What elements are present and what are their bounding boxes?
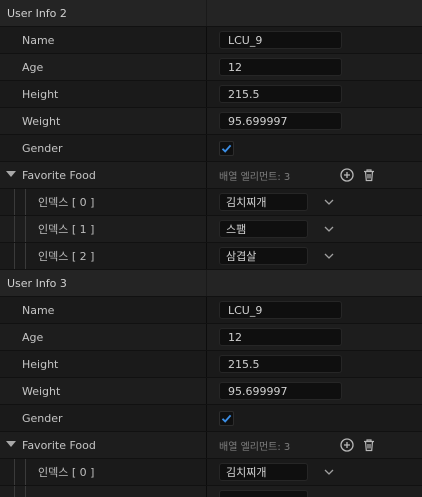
food-dropdown[interactable]: 김치찌개: [219, 193, 308, 211]
triangle-down-icon[interactable]: [6, 441, 16, 447]
property-label-gender: Gender: [22, 141, 63, 155]
chevron-down-icon[interactable]: [324, 469, 334, 475]
chevron-down-icon[interactable]: [324, 226, 334, 232]
property-row-height: Height 215.5: [0, 81, 422, 108]
property-row-name: Name LCU_9: [0, 297, 422, 324]
array-item-row: 인덱스 [ 2 ] 삼겹살: [0, 243, 422, 270]
property-label-weight: Weight: [22, 114, 61, 128]
plus-circle-icon[interactable]: [339, 437, 355, 453]
checkmark-icon: [221, 144, 232, 153]
age-input[interactable]: 12: [219, 58, 342, 76]
array-item-row-partial: [0, 486, 422, 497]
checkmark-icon: [221, 414, 232, 423]
name-input[interactable]: LCU_9: [219, 301, 342, 319]
property-row-gender: Gender: [0, 135, 422, 162]
array-item-row: 인덱스 [ 0 ] 김치찌개: [0, 189, 422, 216]
property-row-favorite-food: Favorite Food 배열 엘리먼트: 3: [0, 432, 422, 459]
chevron-down-icon[interactable]: [324, 253, 334, 259]
category-header-user-info-3[interactable]: User Info 3: [0, 270, 422, 297]
array-item-row: 인덱스 [ 0 ] 김치찌개: [0, 459, 422, 486]
property-row-name: Name LCU_9: [0, 27, 422, 54]
height-input[interactable]: 215.5: [219, 85, 342, 103]
weight-input[interactable]: 95.699997: [219, 112, 342, 130]
property-label-height: Height: [22, 87, 59, 101]
food-dropdown[interactable]: 스팸: [219, 220, 308, 238]
trash-icon[interactable]: [361, 167, 377, 183]
trash-icon[interactable]: [361, 437, 377, 453]
property-row-weight: Weight 95.699997: [0, 108, 422, 135]
property-row-age: Age 12: [0, 54, 422, 81]
plus-circle-icon[interactable]: [339, 167, 355, 183]
food-dropdown[interactable]: 김치찌개: [219, 463, 308, 481]
category-title: User Info 2: [7, 6, 67, 20]
weight-input[interactable]: 95.699997: [219, 382, 342, 400]
category-header-user-info-2[interactable]: User Info 2: [0, 0, 422, 27]
property-row-age: Age 12: [0, 324, 422, 351]
property-label-height: Height: [22, 357, 59, 371]
name-input[interactable]: LCU_9: [219, 31, 342, 49]
food-dropdown[interactable]: 삼겹살: [219, 247, 308, 265]
array-element-count: 배열 엘리먼트: 3: [219, 171, 291, 183]
array-element-count: 배열 엘리먼트: 3: [219, 441, 291, 453]
height-input[interactable]: 215.5: [219, 355, 342, 373]
details-panel: User Info 2 Name LCU_9 Age 12 Height 215…: [0, 0, 422, 497]
property-label-name: Name: [22, 303, 55, 317]
array-item-row: 인덱스 [ 1 ] 스팸: [0, 216, 422, 243]
property-row-gender: Gender: [0, 405, 422, 432]
property-row-favorite-food: Favorite Food 배열 엘리먼트: 3: [0, 162, 422, 189]
property-label-age: Age: [22, 60, 44, 74]
gender-checkbox[interactable]: [219, 410, 234, 426]
property-label-gender: Gender: [22, 411, 63, 425]
category-title: User Info 3: [7, 276, 67, 290]
age-input[interactable]: 12: [219, 328, 342, 346]
property-label-name: Name: [22, 33, 55, 47]
chevron-down-icon[interactable]: [324, 199, 334, 205]
property-row-height: Height 215.5: [0, 351, 422, 378]
property-label-age: Age: [22, 330, 44, 344]
triangle-down-icon[interactable]: [6, 171, 16, 177]
gender-checkbox[interactable]: [219, 140, 234, 156]
property-label-weight: Weight: [22, 384, 61, 398]
property-row-weight: Weight 95.699997: [0, 378, 422, 405]
food-dropdown[interactable]: [219, 490, 308, 497]
